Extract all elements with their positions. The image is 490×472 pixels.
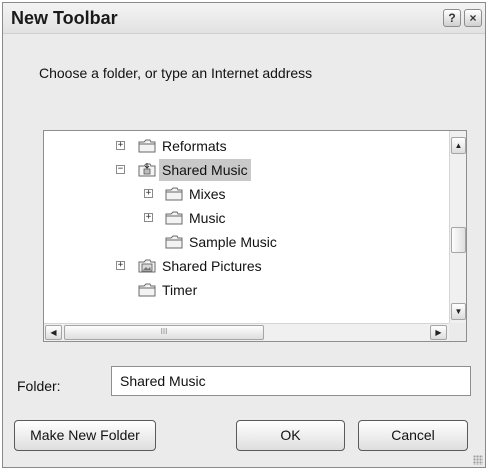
dialog-title: New Toolbar	[11, 8, 118, 28]
shared-pictures-folder-icon	[138, 259, 156, 273]
expand-icon[interactable]: +	[116, 261, 125, 270]
folder-icon	[138, 283, 156, 297]
tree-item-sample-music[interactable]: Sample Music	[44, 231, 444, 253]
folder-icon	[138, 139, 156, 153]
tree-item-label: Timer	[162, 282, 198, 298]
new-toolbar-dialog: New Toolbar ? × Choose a folder, or type…	[2, 2, 486, 468]
expand-icon[interactable]: +	[144, 189, 153, 198]
tree-item-music[interactable]: + Music	[44, 207, 444, 229]
make-new-folder-button[interactable]: Make New Folder	[14, 420, 156, 451]
horizontal-scroll-thumb[interactable]: III	[64, 325, 264, 340]
scroll-right-button[interactable]: ▶	[430, 325, 447, 340]
folder-icon	[165, 211, 183, 225]
instruction-text: Choose a folder, or type an Internet add…	[39, 65, 313, 81]
tree-item-shared-music[interactable]: − Shared Music	[44, 159, 444, 181]
folder-tree[interactable]: + Reformats − Shared Music + Mixes + Mus…	[43, 130, 467, 342]
tree-item-reformats[interactable]: + Reformats	[44, 135, 444, 157]
tree-item-mixes[interactable]: + Mixes	[44, 183, 444, 205]
tree-item-label: Sample Music	[189, 234, 277, 250]
close-button[interactable]: ×	[464, 9, 482, 27]
collapse-icon[interactable]: −	[116, 165, 125, 174]
tree-item-label: Shared Music	[159, 159, 251, 181]
folder-label: Folder:	[17, 378, 61, 394]
tree-item-label: Mixes	[189, 186, 226, 202]
shared-music-folder-icon	[138, 163, 156, 177]
scroll-down-button[interactable]: ▼	[451, 303, 466, 320]
tree-item-label: Shared Pictures	[162, 258, 262, 274]
scrollbar-corner	[449, 323, 466, 341]
folder-input[interactable]	[111, 366, 471, 396]
scroll-left-button[interactable]: ◀	[45, 325, 62, 340]
tree-item-timer[interactable]: Timer	[44, 279, 444, 301]
scroll-up-button[interactable]: ▲	[451, 137, 466, 154]
help-button[interactable]: ?	[443, 9, 461, 27]
tree-item-label: Music	[189, 210, 226, 226]
tree-item-shared-pictures[interactable]: + Shared Pictures	[44, 255, 444, 277]
folder-icon	[165, 187, 183, 201]
title-bar[interactable]: New Toolbar ? ×	[3, 3, 485, 34]
vertical-scroll-thumb[interactable]	[451, 227, 466, 253]
vertical-scrollbar[interactable]: ▲ ▼	[449, 131, 466, 324]
expand-icon[interactable]: +	[116, 141, 125, 150]
cancel-button[interactable]: Cancel	[358, 420, 468, 451]
resize-grip-icon[interactable]	[473, 455, 483, 465]
folder-icon	[165, 235, 183, 249]
tree-item-label: Reformats	[162, 138, 227, 154]
ok-button[interactable]: OK	[236, 420, 345, 451]
expand-icon[interactable]: +	[144, 213, 153, 222]
horizontal-scrollbar[interactable]: ◀ III ▶	[44, 323, 450, 341]
